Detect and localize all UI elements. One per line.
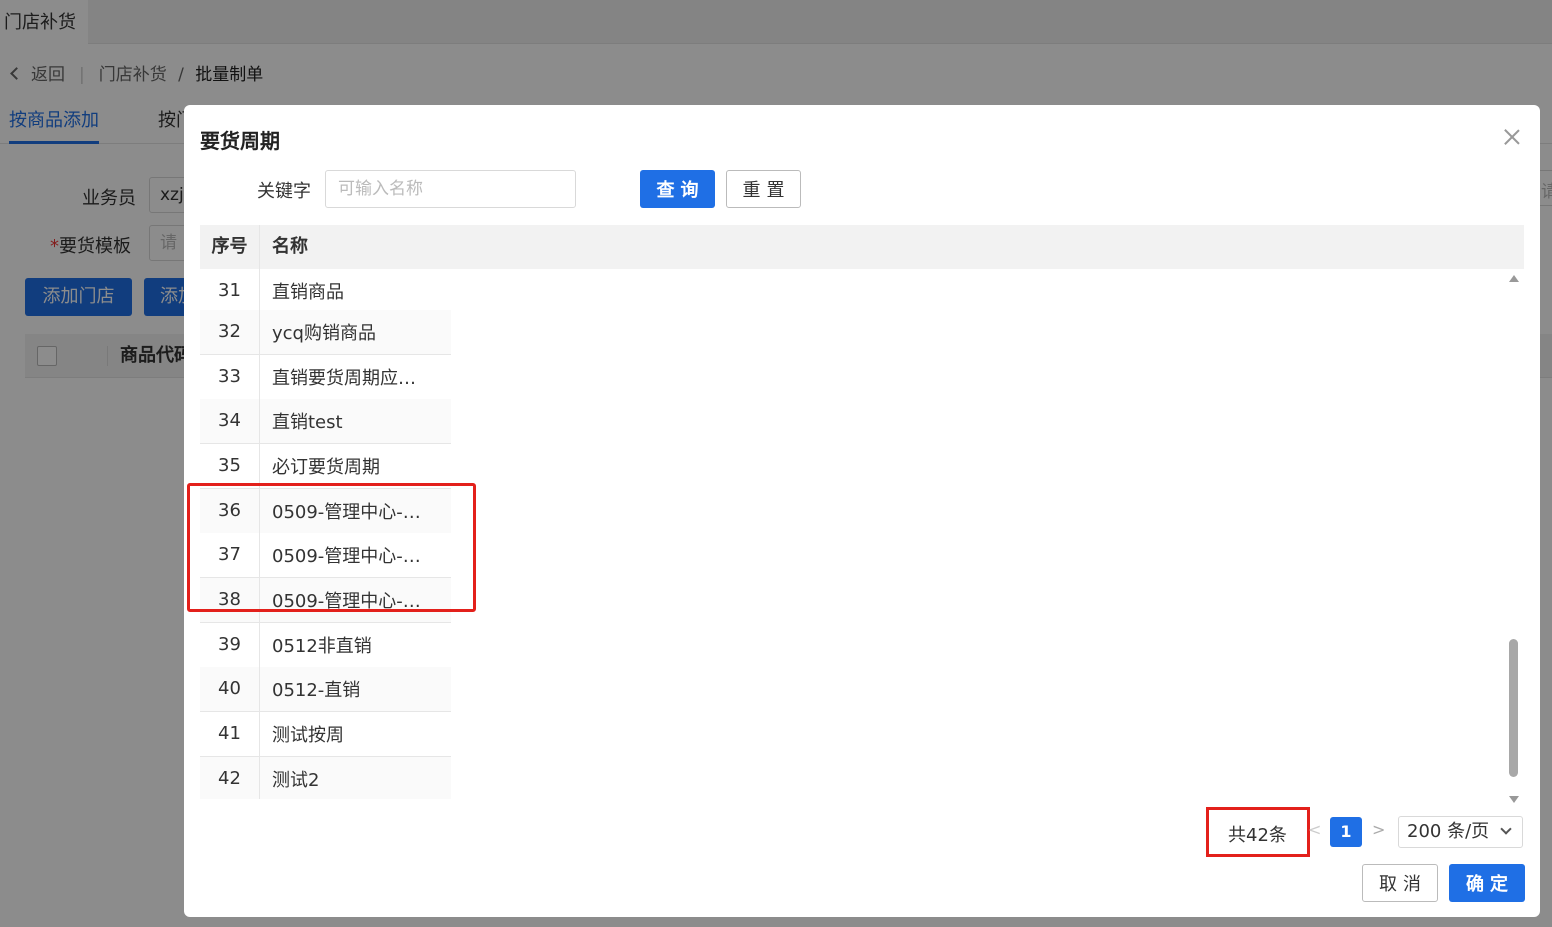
keyword-input[interactable] xyxy=(325,170,576,208)
column-name: 名称 xyxy=(272,236,308,257)
table-row[interactable]: 37 0509-管理中心-… xyxy=(200,533,451,578)
table-row[interactable]: 33 直销要货周期应… xyxy=(200,355,451,400)
table-row[interactable]: 38 0509-管理中心-… xyxy=(200,578,451,623)
prev-page-icon[interactable]: < xyxy=(1308,820,1321,839)
table-row[interactable]: 40 0512-直销 xyxy=(200,667,451,712)
grid-scrollbar[interactable] xyxy=(1508,269,1520,803)
row-no: 31 xyxy=(200,269,260,313)
row-name: 必订要货周期 xyxy=(272,456,380,478)
scroll-thumb[interactable] xyxy=(1509,639,1518,777)
row-no: 41 xyxy=(200,712,260,756)
grid-header: 序号 名称 xyxy=(200,225,1524,269)
row-name: 0509-管理中心-… xyxy=(272,590,421,612)
cancel-button[interactable]: 取消 xyxy=(1362,864,1438,902)
table-row[interactable]: 39 0512非直销 xyxy=(200,623,451,668)
row-no: 34 xyxy=(200,399,260,443)
next-page-icon[interactable]: > xyxy=(1372,820,1385,839)
row-name: 测试按周 xyxy=(272,724,344,746)
table-row[interactable]: 42 测试2 xyxy=(200,757,451,799)
table-row[interactable]: 35 必订要货周期 xyxy=(200,444,451,489)
row-name: 直销要货周期应… xyxy=(272,367,416,389)
table-row[interactable]: 32 ycq购销商品 xyxy=(200,310,451,355)
row-no: 40 xyxy=(200,667,260,711)
confirm-button[interactable]: 确定 xyxy=(1449,864,1525,902)
row-no: 36 xyxy=(200,489,260,533)
row-name: 直销test xyxy=(272,411,343,433)
row-no: 35 xyxy=(200,444,260,488)
row-no: 37 xyxy=(200,533,260,577)
table-row[interactable]: 41 测试按周 xyxy=(200,712,451,757)
total-count: 共42条 xyxy=(1228,825,1287,846)
page-size-select[interactable]: 200 条/页 xyxy=(1398,816,1523,848)
row-name: 直销商品 xyxy=(272,281,344,303)
chevron-down-icon xyxy=(1500,823,1512,835)
table-row[interactable]: 31 直销商品 xyxy=(200,269,451,314)
table-row[interactable]: 36 0509-管理中心-… xyxy=(200,489,451,534)
row-name: 0509-管理中心-… xyxy=(272,545,421,567)
row-no: 32 xyxy=(200,310,260,354)
row-no: 39 xyxy=(200,623,260,667)
row-name: 测试2 xyxy=(272,769,320,791)
row-name: 0512非直销 xyxy=(272,635,372,657)
page-size-value: 200 条/页 xyxy=(1407,821,1490,842)
row-name: ycq购销商品 xyxy=(272,322,376,344)
query-button[interactable]: 查询 xyxy=(640,170,715,208)
dialog-title: 要货周期 xyxy=(200,129,280,153)
reset-button[interactable]: 重置 xyxy=(726,170,801,208)
page-1-button[interactable]: 1 xyxy=(1330,817,1362,847)
scroll-down-icon[interactable] xyxy=(1509,796,1519,803)
table-row[interactable]: 34 直销test xyxy=(200,399,451,444)
scroll-up-icon[interactable] xyxy=(1509,275,1519,282)
keyword-label: 关键字 xyxy=(257,181,311,202)
close-icon[interactable] xyxy=(1502,127,1522,147)
grid-body: 31 直销商品 32 ycq购销商品 33 直销要货周期应… 34 直销test 35 必… xyxy=(200,269,1510,799)
row-no: 33 xyxy=(200,355,260,399)
row-no: 38 xyxy=(200,578,260,622)
row-name: 0512-直销 xyxy=(272,679,361,701)
row-no: 42 xyxy=(200,757,260,799)
row-name: 0509-管理中心-… xyxy=(272,501,421,523)
column-no: 序号 xyxy=(200,225,260,269)
order-cycle-dialog: 要货周期 关键字 查询 重置 序号 名称 31 直销商品 32 ycq购销商品 33… xyxy=(184,105,1540,917)
